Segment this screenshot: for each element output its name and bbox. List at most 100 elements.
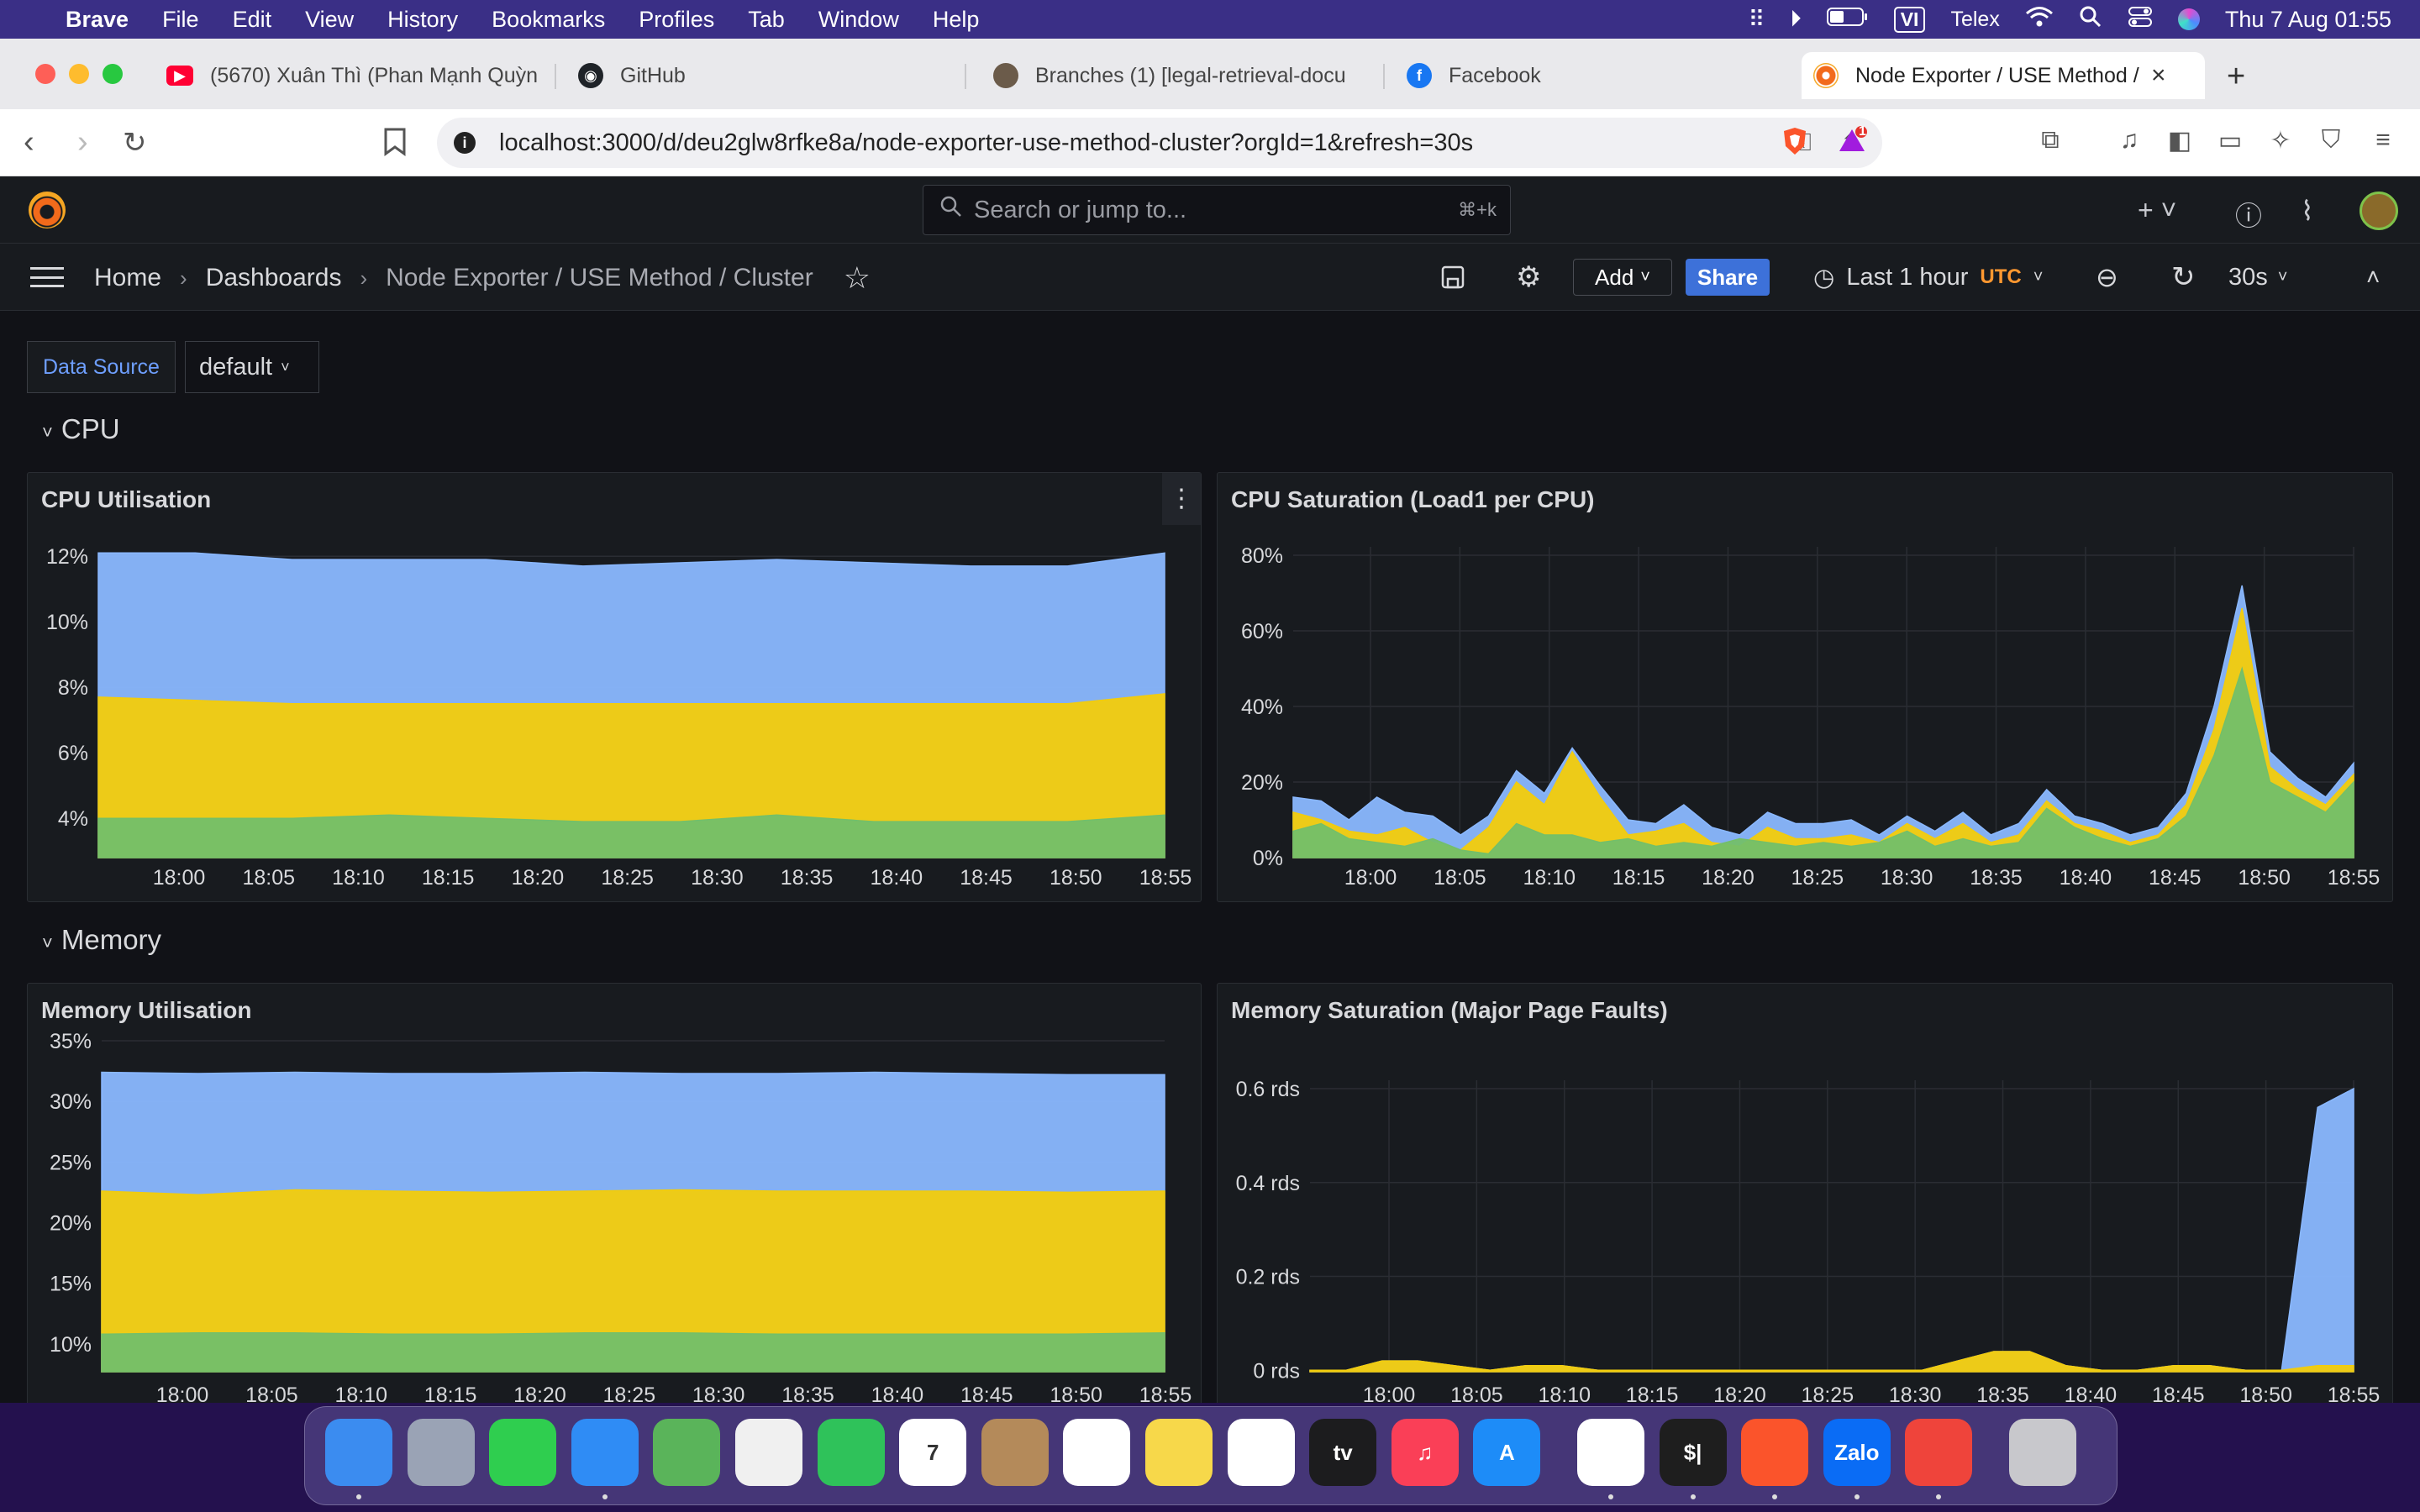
- menu-file[interactable]: File: [162, 7, 199, 33]
- menu-view[interactable]: View: [305, 7, 354, 33]
- messages-icon[interactable]: [489, 1419, 557, 1486]
- launchpad-icon[interactable]: [407, 1419, 475, 1486]
- clock-datetime[interactable]: Thu 7 Aug 01:55: [2225, 7, 2391, 33]
- siri-icon[interactable]: [2177, 8, 2200, 30]
- panel-cpu-utilisation[interactable]: CPU Utilisation ⋮ 4% 6% 8% 10% 12% 18:00 18:05…: [27, 472, 1202, 902]
- brave-icon[interactable]: [1741, 1419, 1809, 1486]
- app-menu-brave[interactable]: Brave: [66, 7, 129, 33]
- reminders-icon[interactable]: [1063, 1419, 1131, 1486]
- panel-memory-saturation[interactable]: Memory Saturation (Major Page Faults) 0 …: [1217, 983, 2393, 1403]
- anydesk-icon[interactable]: [1905, 1419, 1973, 1486]
- tv-icon[interactable]: tv: [1309, 1419, 1377, 1486]
- collapse-chevron-up-icon[interactable]: ˄: [2366, 259, 2380, 296]
- notes-icon[interactable]: [1145, 1419, 1213, 1486]
- back-icon[interactable]: ‹: [24, 124, 34, 160]
- refresh-icon[interactable]: ↻: [2171, 259, 2196, 296]
- contacts-icon[interactable]: [981, 1419, 1049, 1486]
- panel-memory-utilisation[interactable]: Memory Utilisation 10% 15% 20% 25% 30% 35% 18:…: [27, 983, 1202, 1403]
- reload-icon[interactable]: ↻: [123, 126, 147, 160]
- wallet-icon[interactable]: ▭: [2215, 126, 2245, 156]
- close-tab-icon[interactable]: ×: [2151, 61, 2166, 90]
- battery-icon[interactable]: [1826, 7, 1869, 33]
- bookmark-icon[interactable]: [383, 128, 407, 163]
- tab-facebook[interactable]: f Facebook: [1395, 52, 1781, 99]
- breadcrumb-dashboards[interactable]: Dashboards: [206, 264, 342, 292]
- photos-icon[interactable]: [735, 1419, 802, 1486]
- tab-github[interactable]: ◉ GitHub: [566, 52, 953, 99]
- vpn-shield-icon[interactable]: ⛉: [2316, 126, 2346, 156]
- row-memory[interactable]: ˅ Memory: [42, 924, 161, 956]
- zoom-out-icon[interactable]: ⊖: [2096, 259, 2118, 296]
- zoom-window-button[interactable]: [103, 64, 123, 84]
- screenshot-icon[interactable]: ⧉: [2035, 126, 2065, 156]
- share-button[interactable]: Share: [1686, 259, 1770, 296]
- tab-grafana-active[interactable]: Node Exporter / USE Method / ×: [1802, 52, 2205, 99]
- series-area: [101, 1332, 1165, 1373]
- new-plus-icon[interactable]: + ˅: [2138, 195, 2176, 226]
- close-window-button[interactable]: [35, 64, 55, 84]
- url-text[interactable]: localhost:3000/d/deu2glw8rfke8a/node-exp…: [499, 129, 1473, 157]
- save-dashboard-icon[interactable]: [1440, 259, 1465, 296]
- facetime-icon[interactable]: [817, 1419, 885, 1486]
- x-tick-label: 18:55: [2328, 1383, 2381, 1403]
- leo-ai-icon[interactable]: ✧: [2265, 126, 2296, 156]
- music-icon[interactable]: ♫: [1391, 1419, 1459, 1486]
- x-tick-label: 18:45: [2149, 866, 2202, 890]
- row-cpu[interactable]: ˅ CPU: [42, 413, 120, 445]
- sidebar-icon[interactable]: ◧: [2165, 126, 2195, 156]
- tab-branches[interactable]: Branches (1) [legal-retrieval-docu: [981, 52, 1368, 99]
- hamburger-menu-icon[interactable]: ≡: [2368, 126, 2398, 156]
- terminal-icon[interactable]: $|: [1659, 1419, 1727, 1486]
- control-center-icon[interactable]: [2128, 6, 2153, 34]
- chevron-down-icon: ˅: [2277, 267, 2288, 286]
- breadcrumb-home[interactable]: Home: [94, 264, 161, 292]
- menu-toggle-icon[interactable]: [30, 267, 64, 287]
- breadcrumb-separator-icon: ›: [180, 265, 187, 291]
- time-range-picker[interactable]: ◷ Last 1 hour UTC ˅: [1813, 259, 2043, 296]
- panel-cpu-saturation[interactable]: CPU Saturation (Load1 per CPU) 0% 20% 40% 6…: [1217, 472, 2393, 902]
- grid-dots-icon[interactable]: ⠿: [1748, 7, 1765, 33]
- vscode-icon[interactable]: [1577, 1419, 1644, 1486]
- app-store-icon[interactable]: A: [1473, 1419, 1541, 1486]
- media-icon[interactable]: ♫: [2114, 126, 2144, 156]
- menu-window[interactable]: Window: [818, 7, 899, 33]
- input-source-badge[interactable]: VI: [1893, 6, 1926, 33]
- star-icon[interactable]: ☆: [844, 260, 871, 296]
- user-avatar[interactable]: [2360, 192, 2398, 230]
- menu-help[interactable]: Help: [933, 7, 980, 33]
- x-tick-label: 18:20: [1713, 1383, 1766, 1403]
- search-input[interactable]: Search or jump to... ⌘+k: [923, 185, 1511, 235]
- site-info-icon[interactable]: i: [454, 132, 476, 154]
- mail-icon[interactable]: [571, 1419, 639, 1486]
- play-circle-icon[interactable]: ⏵: [1790, 6, 1802, 33]
- menu-bookmarks[interactable]: Bookmarks: [492, 7, 605, 33]
- input-method-label[interactable]: Telex: [1950, 8, 1999, 32]
- help-icon[interactable]: ⓘ: [2235, 195, 2262, 234]
- new-tab-button[interactable]: +: [2227, 59, 2245, 95]
- maps-icon[interactable]: [653, 1419, 721, 1486]
- spotlight-search-icon[interactable]: [2079, 5, 2102, 34]
- menu-history[interactable]: History: [387, 7, 458, 33]
- menu-edit[interactable]: Edit: [233, 7, 272, 33]
- datasource-select[interactable]: default ˅: [185, 341, 319, 393]
- wifi-icon[interactable]: [2025, 6, 2054, 34]
- minimize-window-button[interactable]: [69, 64, 89, 84]
- freeform-icon[interactable]: [1227, 1419, 1295, 1486]
- calendar-icon[interactable]: 7: [899, 1419, 967, 1486]
- menu-tab[interactable]: Tab: [748, 7, 785, 33]
- finder-icon[interactable]: [325, 1419, 392, 1486]
- tab-youtube[interactable]: ▶ (5670) Xuân Thì (Phan Mạnh Quỳn: [155, 52, 541, 99]
- chevron-down-icon: ˅: [42, 422, 53, 443]
- add-button[interactable]: Add ˅: [1573, 259, 1672, 296]
- refresh-interval-picker[interactable]: 30s ˅: [2228, 259, 2287, 296]
- trash-icon[interactable]: [2009, 1419, 2076, 1486]
- grafana-logo-icon[interactable]: [29, 192, 66, 228]
- news-feed-icon[interactable]: ⌇: [2301, 195, 2314, 227]
- address-bar[interactable]: i localhost:3000/d/deu2glw8rfke8a/node-e…: [437, 118, 1882, 168]
- brave-shields-icon[interactable]: [1780, 126, 1810, 156]
- zalo-icon[interactable]: Zalo: [1823, 1419, 1891, 1486]
- forward-icon[interactable]: ›: [77, 124, 88, 160]
- menu-profiles[interactable]: Profiles: [639, 7, 714, 33]
- settings-gear-icon[interactable]: ⚙: [1516, 259, 1541, 296]
- x-tick-label: 18:05: [245, 1383, 298, 1403]
